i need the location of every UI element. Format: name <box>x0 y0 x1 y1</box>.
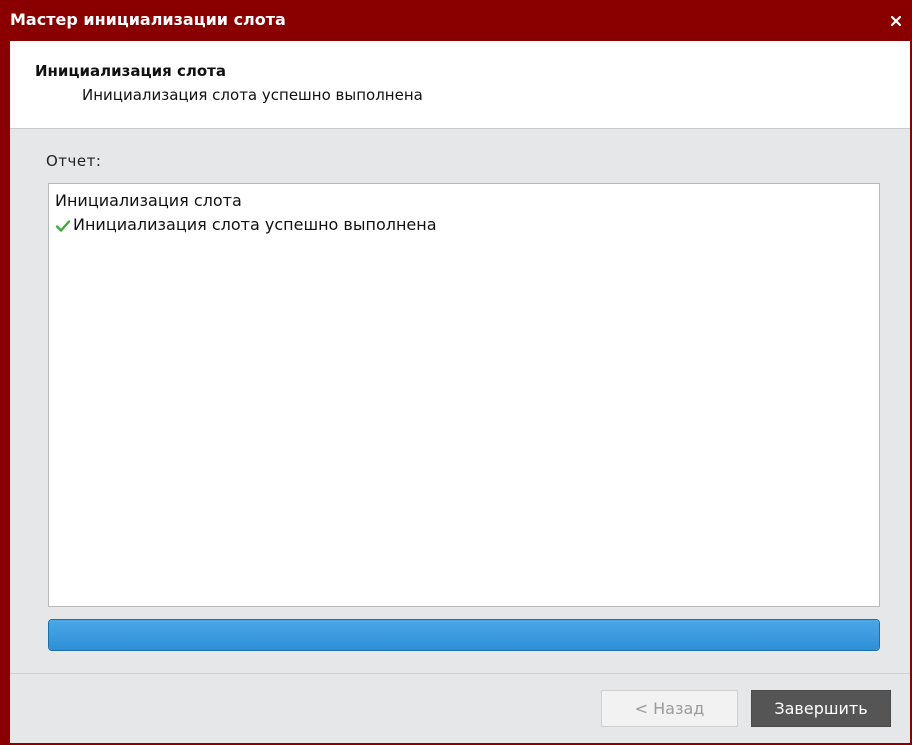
window-title: Мастер инициализации слота <box>10 10 286 29</box>
report-line: Инициализация слота <box>55 191 242 210</box>
report-log[interactable]: Инициализация слота Инициализация слота … <box>48 183 880 607</box>
page-title: Инициализация слота <box>35 62 226 80</box>
back-button[interactable]: < Назад <box>601 690 738 727</box>
finish-button[interactable]: Завершить <box>751 690 891 727</box>
progress-bar <box>48 619 880 651</box>
report-label: Отчет: <box>46 152 102 170</box>
page-subtitle: Инициализация слота успешно выполнена <box>82 86 423 104</box>
report-line: Инициализация слота успешно выполнена <box>55 215 437 234</box>
close-icon[interactable] <box>886 9 906 31</box>
wizard-window: Мастер инициализации слота Инициализация… <box>0 0 912 745</box>
report-line-text: Инициализация слота успешно выполнена <box>73 215 437 234</box>
header-panel: Инициализация слота Инициализация слота … <box>10 41 910 129</box>
title-bar: Мастер инициализации слота <box>0 0 912 41</box>
check-icon <box>55 218 71 232</box>
report-line-text: Инициализация слота <box>55 191 242 210</box>
divider <box>10 673 910 674</box>
progress-fill <box>49 620 879 650</box>
